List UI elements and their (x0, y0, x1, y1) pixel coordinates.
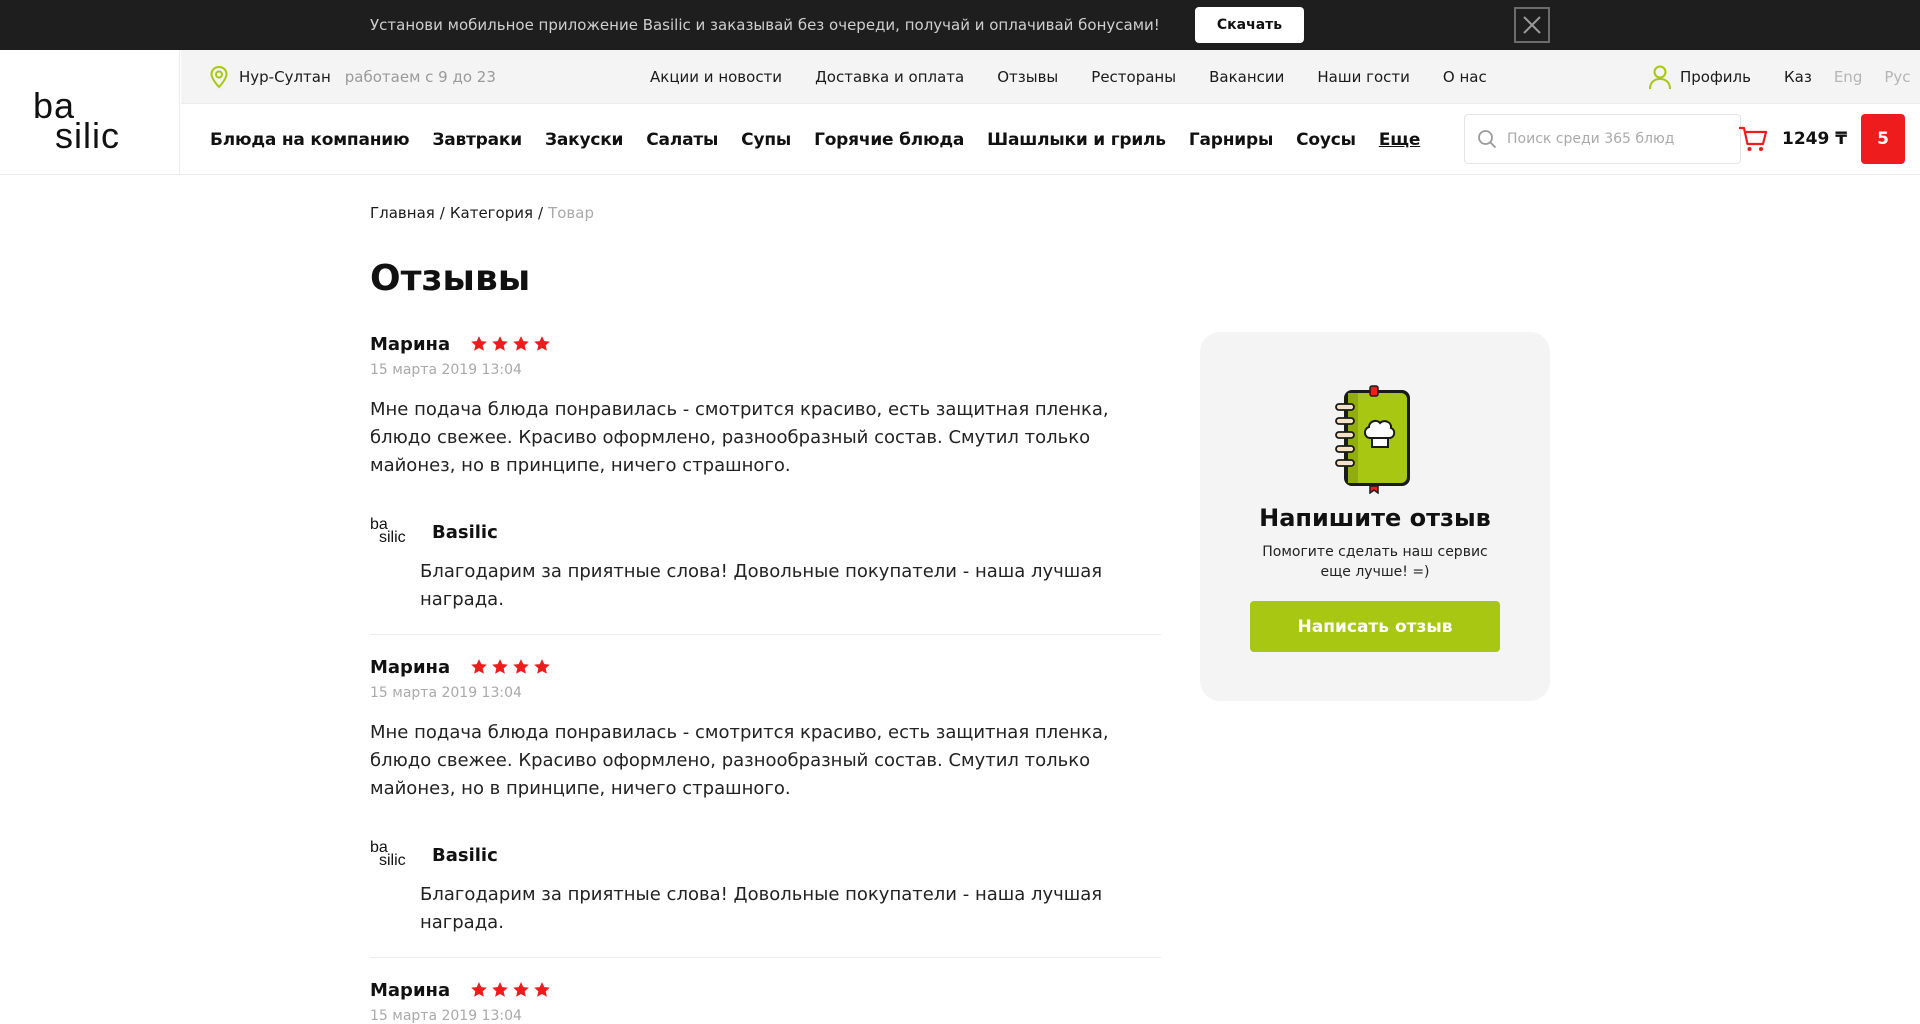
review-reply: ba silic Basilic Благодарим за приятные … (370, 516, 1161, 614)
nav-about[interactable]: О нас (1443, 68, 1487, 86)
breadcrumb-separator: / (439, 204, 445, 222)
card-subtitle: Помогите сделать наш сервис еще лучше! =… (1262, 544, 1488, 580)
category-hot-dishes[interactable]: Горячие блюда (814, 130, 964, 150)
top-navigation: Акции и новости Доставка и оплата Отзывы… (650, 50, 1487, 104)
review-author: Марина (370, 656, 451, 678)
app-promo-bar: Установи мобильное приложение Basilic и … (0, 0, 1920, 50)
breadcrumb-current: Товар (548, 204, 594, 222)
nav-reviews[interactable]: Отзывы (997, 68, 1058, 86)
reply-logo-bottom: silic (379, 529, 406, 546)
reply-logo: ba silic (370, 839, 410, 869)
star-icon (492, 982, 508, 997)
header-topbar: Нур-Султан работаем с 9 до 23 Акции и но… (181, 50, 1920, 104)
nav-guests[interactable]: Наши гости (1317, 68, 1410, 86)
promo-text: Установи мобильное приложение Basilic и … (370, 16, 1160, 34)
category-sauces[interactable]: Соусы (1296, 130, 1356, 150)
category-more[interactable]: Еще (1379, 130, 1421, 150)
review-item: Марина 15 марта 2019 13:04 Мне подача бл… (370, 332, 1161, 635)
reply-logo: ba silic (370, 516, 410, 546)
search-input[interactable] (1507, 131, 1727, 147)
cart-count-badge[interactable]: 5 (1861, 114, 1906, 164)
star-rating (470, 981, 551, 999)
review-author: Марина (370, 979, 451, 1001)
star-icon (534, 659, 550, 674)
star-icon (513, 982, 529, 997)
lang-rus[interactable]: Рус (1884, 68, 1910, 86)
star-icon (513, 336, 529, 351)
breadcrumb-category[interactable]: Категория (450, 204, 533, 222)
category-sides[interactable]: Гарниры (1189, 130, 1273, 150)
breadcrumb-home[interactable]: Главная (370, 204, 435, 222)
profile-label: Профиль (1680, 68, 1751, 86)
reply-logo-bottom: silic (379, 852, 406, 869)
nav-restaurants[interactable]: Рестораны (1091, 68, 1176, 86)
card-title: Напишите отзыв (1259, 504, 1491, 532)
nav-vacancies[interactable]: Вакансии (1209, 68, 1284, 86)
review-date: 15 марта 2019 13:04 (370, 362, 522, 378)
category-snacks[interactable]: Закуски (545, 130, 623, 150)
search-icon (1478, 130, 1497, 149)
close-promo-button[interactable] (1514, 7, 1550, 43)
review-author: Марина (370, 333, 451, 355)
star-icon (471, 659, 487, 674)
reply-text: Благодарим за приятные слова! Довольные … (420, 561, 1103, 610)
location-selector[interactable]: Нур-Султан работаем с 9 до 23 (209, 50, 496, 104)
review-text: Мне подача блюда понравилась - смотрится… (370, 722, 1109, 799)
star-icon (492, 336, 508, 351)
category-navigation: Блюда на компанию Завтраки Закуски Салат… (210, 104, 1420, 175)
breadcrumb-separator: / (538, 204, 544, 222)
cart-total: 1249 ₸ (1782, 129, 1848, 149)
review-item: Марина 15 марта 2019 13:04 (370, 978, 1161, 1024)
star-icon (471, 982, 487, 997)
user-icon (1649, 65, 1671, 90)
category-company-dishes[interactable]: Блюда на компанию (210, 130, 410, 150)
review-date: 15 марта 2019 13:04 (370, 685, 522, 701)
reply-author: Basilic (432, 844, 498, 866)
reviews-list: Марина 15 марта 2019 13:04 Мне подача бл… (370, 332, 1161, 1024)
city-name: Нур-Султан (239, 68, 331, 86)
star-rating (470, 335, 551, 353)
working-hours: работаем с 9 до 23 (344, 68, 496, 86)
star-icon (471, 336, 487, 351)
review-item: Марина 15 марта 2019 13:04 Мне подача бл… (370, 655, 1161, 958)
page-title: Отзывы (370, 258, 531, 299)
logo-text-bottom: silic (55, 115, 120, 156)
nav-delivery[interactable]: Доставка и оплата (815, 68, 964, 86)
category-breakfast[interactable]: Завтраки (432, 130, 522, 150)
star-icon (492, 659, 508, 674)
category-salads[interactable]: Салаты (646, 130, 718, 150)
review-reply: ba silic Basilic Благодарим за приятные … (370, 839, 1161, 937)
review-date: 15 марта 2019 13:04 (370, 1008, 522, 1024)
profile-link[interactable]: Профиль (1648, 50, 1751, 104)
close-icon (1523, 16, 1541, 34)
lang-eng[interactable]: Eng (1834, 68, 1863, 86)
search-box (1464, 114, 1741, 164)
recipe-notebook-icon (1335, 385, 1410, 494)
category-grill[interactable]: Шашлыки и гриль (987, 130, 1166, 150)
site-logo[interactable]: ba silic (0, 50, 180, 175)
site-header: ba silic Нур-Султан работаем с 9 до 23 А… (0, 50, 1920, 175)
star-icon (534, 336, 550, 351)
star-rating (470, 658, 551, 676)
star-icon (513, 659, 529, 674)
location-pin-icon (210, 65, 228, 89)
nav-promotions[interactable]: Акции и новости (650, 68, 782, 86)
write-review-button[interactable]: Написать отзыв (1250, 601, 1500, 652)
write-review-card: Напишите отзыв Помогите сделать наш серв… (1200, 332, 1550, 701)
lang-kaz[interactable]: Каз (1784, 68, 1812, 86)
cart[interactable]: 1249 ₸ 5 (1738, 114, 1906, 164)
language-switcher: Каз Eng Рус (1784, 50, 1911, 104)
category-soups[interactable]: Супы (741, 130, 791, 150)
reply-author: Basilic (432, 521, 498, 543)
cart-icon (1739, 126, 1768, 151)
download-app-button[interactable]: Скачать (1195, 7, 1304, 43)
star-icon (534, 982, 550, 997)
review-text: Мне подача блюда понравилась - смотрится… (370, 399, 1109, 476)
reply-text: Благодарим за приятные слова! Довольные … (420, 884, 1103, 933)
breadcrumb: Главная / Категория / Товар (370, 204, 594, 222)
